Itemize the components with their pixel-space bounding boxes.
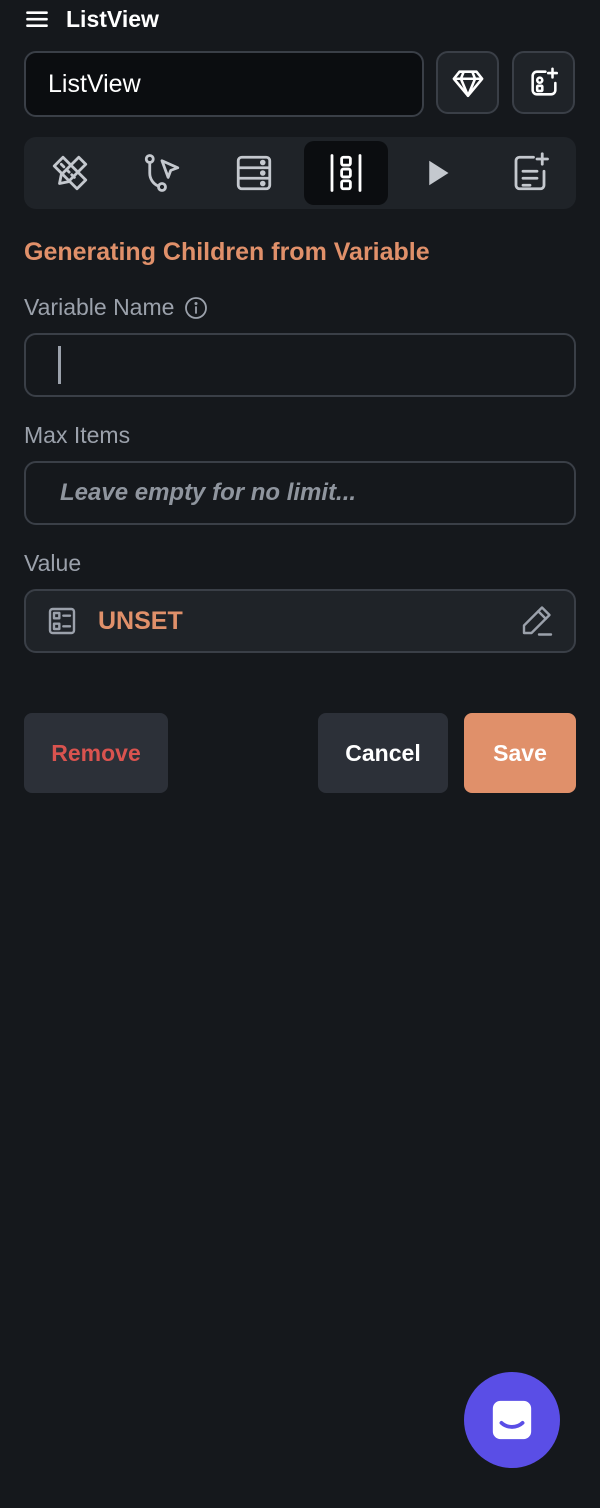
variable-name-label-text: Variable Name — [24, 294, 175, 320]
remove-button[interactable]: Remove — [24, 713, 168, 793]
tab-backend[interactable] — [212, 141, 296, 205]
value-selector[interactable]: UNSET — [24, 589, 576, 653]
tab-properties[interactable] — [28, 141, 112, 205]
widget-name-input[interactable] — [24, 51, 424, 117]
add-widget-button[interactable] — [512, 51, 575, 114]
section-title: Generating Children from Variable — [24, 238, 430, 266]
save-button[interactable]: Save — [464, 713, 576, 793]
play-icon — [429, 160, 449, 186]
variable-list-icon — [48, 607, 76, 635]
variable-name-label: Variable Name — [24, 294, 208, 321]
add-widget-icon — [530, 67, 558, 96]
edit-pencil-icon[interactable] — [518, 603, 554, 639]
chat-icon — [492, 1400, 532, 1440]
header: ListView — [24, 4, 159, 34]
text-caret — [58, 346, 61, 384]
tab-generate-children[interactable] — [304, 141, 388, 205]
tab-notes[interactable] — [488, 141, 572, 205]
value-text: UNSET — [98, 606, 183, 635]
menu-icon[interactable] — [24, 6, 50, 32]
cancel-button[interactable]: Cancel — [318, 713, 448, 793]
server-rows-icon — [236, 155, 272, 191]
panel-tab-bar — [24, 137, 576, 209]
max-items-label: Max Items — [24, 422, 131, 448]
chat-support-button[interactable] — [464, 1372, 560, 1468]
max-items-input[interactable] — [24, 461, 576, 525]
gem-icon — [452, 69, 483, 97]
gem-button[interactable] — [436, 51, 499, 114]
tab-run[interactable] — [396, 141, 480, 205]
value-label: Value — [24, 550, 82, 576]
info-icon[interactable] — [184, 296, 208, 320]
tab-actions[interactable] — [120, 141, 204, 205]
ruler-pencil-icon — [52, 155, 88, 191]
note-add-icon — [514, 152, 549, 191]
page-title: ListView — [66, 5, 159, 32]
path-cursor-icon — [144, 154, 180, 192]
list-generate-icon — [330, 154, 362, 192]
variable-name-input[interactable] — [24, 333, 576, 397]
